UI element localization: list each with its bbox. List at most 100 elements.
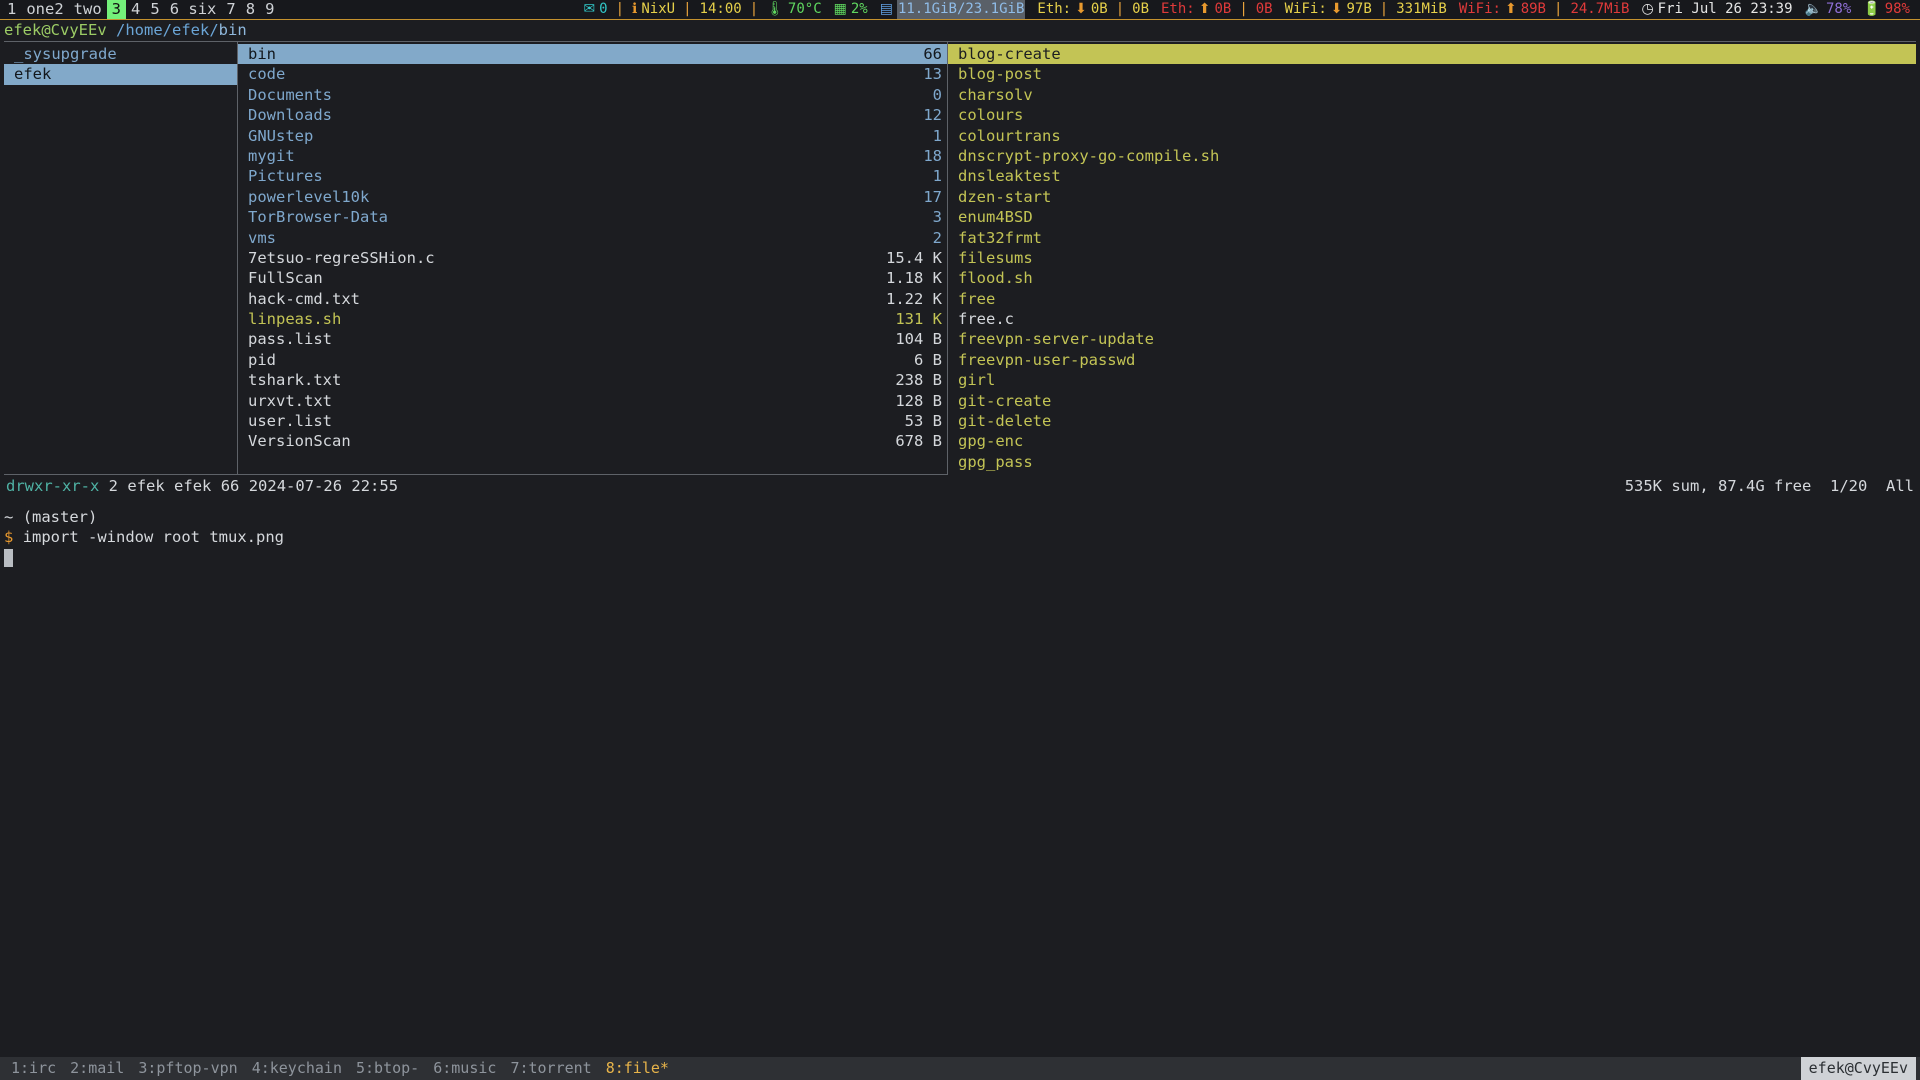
ranger-current-pane[interactable]: bin66code13Documents0Downloads12GNUstep1… bbox=[238, 41, 948, 475]
file-name: 7etsuo-regreSSHion.c bbox=[248, 248, 874, 268]
file-size-cell: 1 bbox=[921, 126, 942, 146]
tmux-window-5btop-[interactable]: 5:btop- bbox=[349, 1057, 426, 1080]
file-row[interactable]: charsolv bbox=[948, 85, 1916, 105]
file-row[interactable]: freevpn-user-passwd bbox=[948, 350, 1916, 370]
file-name: pid bbox=[248, 350, 902, 370]
file-row[interactable]: linpeas.sh131 K bbox=[238, 309, 947, 329]
file-row[interactable]: powerlevel10k17 bbox=[238, 187, 947, 207]
speaker-icon: 🔈 bbox=[1805, 0, 1822, 19]
workspace-tag-3[interactable]: 3 bbox=[107, 0, 126, 19]
workspace-tag-9[interactable]: 9 bbox=[260, 0, 279, 19]
workspace-tag-8[interactable]: 8 bbox=[241, 0, 260, 19]
file-row[interactable]: hack-cmd.txt1.22 K bbox=[238, 289, 947, 309]
file-row[interactable]: vms2 bbox=[238, 228, 947, 248]
file-row[interactable]: enum4BSD bbox=[948, 207, 1916, 227]
file-size-cell: 12 bbox=[911, 105, 942, 125]
file-row[interactable]: colourtrans bbox=[948, 126, 1916, 146]
file-row[interactable]: git-delete bbox=[948, 411, 1916, 431]
file-row[interactable]: FullScan1.18 K bbox=[238, 268, 947, 288]
file-row[interactable]: _sysupgrade bbox=[4, 44, 237, 64]
file-row[interactable]: Pictures1 bbox=[238, 166, 947, 186]
tmux-window-list[interactable]: 1:irc2:mail3:pftop-vpn4:keychain5:btop-6… bbox=[4, 1057, 676, 1080]
file-row[interactable]: urxvt.txt128 B bbox=[238, 391, 947, 411]
file-name: dzen-start bbox=[958, 187, 1911, 207]
workspace-tags[interactable]: 1one2two3456 six789 bbox=[0, 0, 279, 19]
file-row[interactable]: gpg_pass bbox=[948, 452, 1916, 472]
battery-indicator: 🔋 98% bbox=[1857, 0, 1916, 19]
ranger-parent-pane[interactable]: _sysupgradeefek bbox=[4, 41, 238, 475]
tmux-window-1irc[interactable]: 1:irc bbox=[4, 1057, 63, 1080]
tmux-window-3pftop-vpn[interactable]: 3:pftop-vpn bbox=[131, 1057, 244, 1080]
file-name: FullScan bbox=[248, 268, 874, 288]
workspace-tag-two[interactable]: two bbox=[69, 0, 107, 19]
eth-down-value: 0B bbox=[1091, 0, 1108, 19]
tmux-window-8file[interactable]: 8:file* bbox=[599, 1057, 676, 1080]
file-name: gpg-enc bbox=[958, 431, 1911, 451]
file-row[interactable]: gpg-enc bbox=[948, 431, 1916, 451]
selection-position: 1/20 bbox=[1830, 477, 1867, 495]
file-row[interactable]: dzen-start bbox=[948, 187, 1916, 207]
file-name: dnscrypt-proxy-go-compile.sh bbox=[958, 146, 1911, 166]
file-row[interactable]: VersionScan678 B bbox=[238, 431, 947, 451]
file-row[interactable]: TorBrowser-Data3 bbox=[238, 207, 947, 227]
file-row[interactable]: Documents0 bbox=[238, 85, 947, 105]
path-parent: /home/efek/ bbox=[116, 21, 219, 39]
shell-command-line: $ import -window root tmux.png bbox=[4, 527, 1920, 547]
tmux-window-7torrent[interactable]: 7:torrent bbox=[503, 1057, 598, 1080]
workspace-tag-1[interactable]: 1 bbox=[2, 0, 21, 19]
workspace-tag-5[interactable]: 5 bbox=[145, 0, 164, 19]
file-row[interactable]: blog-post bbox=[948, 64, 1916, 84]
workspace-tag-7[interactable]: 7 bbox=[221, 0, 240, 19]
eth-down-indicator: Eth: ⬇ 0B bbox=[1031, 0, 1113, 19]
tmux-window-6music[interactable]: 6:music bbox=[426, 1057, 503, 1080]
eth-up-label: Eth: bbox=[1161, 0, 1195, 19]
workspace-tag-one2[interactable]: one2 bbox=[21, 0, 68, 19]
file-row[interactable]: fat32frmt bbox=[948, 228, 1916, 248]
file-row[interactable]: dnsleaktest bbox=[948, 166, 1916, 186]
file-row[interactable]: bin66 bbox=[238, 44, 947, 64]
file-row[interactable]: efek bbox=[4, 64, 237, 84]
file-row[interactable]: blog-create bbox=[948, 44, 1916, 64]
file-row[interactable]: user.list53 B bbox=[238, 411, 947, 431]
file-row[interactable]: free.c bbox=[948, 309, 1916, 329]
file-size-cell: 1.22 K bbox=[874, 289, 942, 309]
wifi-up-value: 89B bbox=[1521, 0, 1546, 19]
ranger-status-right: 535K sum, 87.4G free 1/20 All bbox=[1625, 475, 1914, 497]
file-row[interactable]: tshark.txt238 B bbox=[238, 370, 947, 390]
file-row[interactable]: freevpn-server-update bbox=[948, 329, 1916, 349]
file-row[interactable]: colours bbox=[948, 105, 1916, 125]
separator: | bbox=[1237, 0, 1249, 19]
tmux-window-2mail[interactable]: 2:mail bbox=[63, 1057, 131, 1080]
file-row[interactable]: pass.list104 B bbox=[238, 329, 947, 349]
file-row[interactable]: mygit18 bbox=[238, 146, 947, 166]
file-row[interactable]: flood.sh bbox=[948, 268, 1916, 288]
file-row[interactable]: 7etsuo-regreSSHion.c15.4 K bbox=[238, 248, 947, 268]
wifi-total-value: 331MiB bbox=[1390, 0, 1453, 19]
file-row[interactable]: filesums bbox=[948, 248, 1916, 268]
file-owner: efek bbox=[127, 475, 164, 497]
workspace-tag-4[interactable]: 4 bbox=[126, 0, 145, 19]
clock-icon: ◷ bbox=[1641, 0, 1653, 19]
file-name: bin bbox=[248, 44, 911, 64]
workspace-tag-6-six[interactable]: 6 six bbox=[165, 0, 222, 19]
file-name: filesums bbox=[958, 248, 1911, 268]
file-row[interactable]: Downloads12 bbox=[238, 105, 947, 125]
file-name: flood.sh bbox=[958, 268, 1911, 288]
file-size-cell: 238 B bbox=[883, 370, 942, 390]
file-row[interactable]: dnscrypt-proxy-go-compile.sh bbox=[948, 146, 1916, 166]
file-row[interactable]: girl bbox=[948, 370, 1916, 390]
shell-pane[interactable]: ~ (master) $ import -window root tmux.pn… bbox=[0, 497, 1920, 1057]
tmux-window-4keychain[interactable]: 4:keychain bbox=[245, 1057, 349, 1080]
datetime-value: Fri Jul 26 23:39 bbox=[1658, 0, 1793, 19]
file-row[interactable]: code13 bbox=[238, 64, 947, 84]
file-row[interactable]: GNUstep1 bbox=[238, 126, 947, 146]
file-row[interactable]: free bbox=[948, 289, 1916, 309]
file-name: free.c bbox=[958, 309, 1911, 329]
ranger-path-bar: efek@CvyEEv /home/efek/bin bbox=[0, 19, 1920, 41]
file-row[interactable]: git-create bbox=[948, 391, 1916, 411]
ranger-preview-pane[interactable]: blog-createblog-postcharsolvcolourscolou… bbox=[948, 41, 1916, 475]
arrow-down-icon: ⬇ bbox=[1331, 0, 1343, 19]
file-row[interactable]: pid6 B bbox=[238, 350, 947, 370]
disk-usage-summary: 535K sum, 87.4G free bbox=[1625, 477, 1812, 495]
distro-indicator: ℹ NixU bbox=[626, 0, 681, 19]
